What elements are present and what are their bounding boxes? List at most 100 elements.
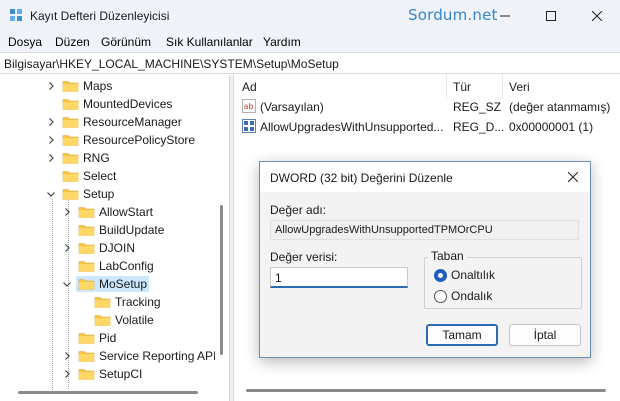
chevron-right-icon[interactable] [62, 351, 72, 361]
folder-icon [62, 135, 79, 146]
chevron-right-icon[interactable] [62, 207, 72, 217]
chevron-right-icon[interactable] [62, 369, 72, 379]
address-path[interactable]: Bilgisayar\HKEY_LOCAL_MACHINE\SYSTEM\Set… [4, 57, 339, 71]
value-row[interactable]: AllowUpgradesWithUnsupported... REG_D...… [234, 117, 620, 137]
column-header-type[interactable]: Tür [453, 80, 471, 94]
tree-item-content[interactable]: SetupCI [76, 366, 144, 382]
address-bar[interactable]: Bilgisayar\HKEY_LOCAL_MACHINE\SYSTEM\Set… [0, 52, 620, 74]
tree-item[interactable]: Select [46, 167, 118, 185]
tree-item[interactable]: Pid [62, 329, 118, 347]
tree-item[interactable]: SetupCI [62, 365, 144, 383]
maximize-button[interactable] [528, 0, 574, 32]
value-name: (Varsayılan) [260, 100, 324, 114]
column-header-data[interactable]: Veri [509, 80, 530, 94]
folder-icon [62, 117, 79, 128]
column-divider[interactable] [446, 75, 447, 99]
tree-item-content[interactable]: Service Reporting API [76, 348, 218, 364]
value-data-input[interactable]: 1 [270, 267, 408, 288]
value-data-label: Değer verisi: [270, 250, 338, 264]
tree-item[interactable]: MoSetup [62, 275, 150, 293]
tree-item[interactable]: Maps [46, 77, 114, 95]
tree-item-label: Tracking [115, 295, 161, 309]
tree-item[interactable]: Tracking [78, 293, 163, 311]
dialog-close-button[interactable] [562, 166, 584, 188]
column-header-name[interactable]: Ad [242, 80, 257, 94]
tree-item-content[interactable]: BuildUpdate [76, 222, 166, 238]
tree-item[interactable]: DJOIN [62, 239, 137, 257]
scroll-thumb[interactable] [220, 205, 223, 355]
value-name-field[interactable]: AllowUpgradesWithUnsupportedTPMOrCPU [270, 220, 579, 240]
chevron-right-icon[interactable] [62, 243, 72, 253]
chevron-down-icon[interactable] [46, 189, 56, 199]
chevron-down-icon[interactable] [62, 279, 72, 289]
menu-yardim[interactable]: Yardım [263, 35, 301, 49]
tree-vertical-scrollbar[interactable] [215, 75, 229, 385]
minimize-icon [500, 15, 510, 17]
tree-item-content[interactable]: Select [60, 168, 118, 184]
tree-item-content[interactable]: RNG [60, 150, 112, 166]
tree-guide-line [52, 199, 53, 394]
tree-spacer [62, 261, 72, 271]
close-button[interactable] [574, 0, 620, 32]
scroll-thumb[interactable] [18, 391, 198, 394]
value-row[interactable]: ab (Varsayılan) REG_SZ (değer atanmamış) [234, 97, 620, 117]
tree-item-label: Setup [83, 187, 115, 201]
chevron-right-icon[interactable] [46, 153, 56, 163]
tree-item-content[interactable]: MoSetup [76, 276, 150, 292]
tree-item-content[interactable]: ResourceManager [60, 114, 184, 130]
tree-item[interactable]: BuildUpdate [62, 221, 166, 239]
tree-item-content[interactable]: Tracking [92, 294, 163, 310]
column-divider[interactable] [502, 75, 503, 99]
tree-item-content[interactable]: DJOIN [76, 240, 137, 256]
list-horizontal-scrollbar[interactable] [246, 389, 606, 392]
folder-icon [78, 225, 95, 236]
radio-label: Onaltılık [451, 268, 496, 282]
tree-item[interactable]: Service Reporting API [62, 347, 218, 365]
radio-button-checked[interactable] [434, 268, 447, 282]
tree-item[interactable]: LabConfig [62, 257, 156, 275]
radio-label: Ondalık [451, 289, 493, 303]
tree-item-label: MountedDevices [83, 97, 173, 111]
tree-item-content[interactable]: Setup [60, 186, 116, 202]
tree-item[interactable]: RNG [46, 149, 112, 167]
tree-item-label: RNG [83, 151, 110, 165]
folder-icon [62, 153, 79, 164]
folder-icon [94, 315, 111, 326]
tree-horizontal-scrollbar[interactable] [14, 387, 214, 397]
cancel-button[interactable]: İptal [509, 324, 581, 346]
radio-button[interactable] [434, 289, 447, 303]
menu-dosya[interactable]: Dosya [8, 35, 42, 49]
tree-item-content[interactable]: LabConfig [76, 258, 156, 274]
menu-duzen[interactable]: Düzen [55, 35, 90, 49]
radio-decimal[interactable]: Ondalık [434, 288, 492, 304]
chevron-right-icon[interactable] [46, 81, 56, 91]
string-value-icon: ab [242, 99, 256, 113]
value-data: 0x00000001 (1) [509, 120, 594, 134]
menu-gorunum[interactable]: Görünüm [101, 35, 151, 49]
tree-item[interactable]: Volatile [78, 311, 156, 329]
tree-item-content[interactable]: Volatile [92, 312, 156, 328]
folder-icon [78, 243, 95, 254]
tree-item[interactable]: Setup [46, 185, 116, 203]
menu-sik-kullanilanlar[interactable]: Sık Kullanılanlar [166, 35, 253, 49]
dialog-title: DWORD (32 bit) Değerini Düzenle [270, 171, 453, 185]
chevron-right-icon[interactable] [46, 135, 56, 145]
tree-item[interactable]: AllowStart [62, 203, 155, 221]
ok-button[interactable]: Tamam [426, 324, 498, 346]
chevron-right-icon[interactable] [46, 117, 56, 127]
tree-spacer [62, 225, 72, 235]
window-title: Kayıt Defteri Düzenleyicisi [30, 9, 170, 23]
tree-item-content[interactable]: ResourcePolicyStore [60, 132, 197, 148]
tree-spacer [46, 99, 56, 109]
radio-hexadecimal[interactable]: Onaltılık [434, 267, 495, 283]
tree-item[interactable]: ResourcePolicyStore [46, 131, 197, 149]
value-data: (değer atanmamış) [509, 100, 611, 114]
tree-item-label: AllowStart [99, 205, 154, 219]
minimize-button[interactable] [482, 0, 528, 32]
tree-item-content[interactable]: MountedDevices [60, 96, 174, 112]
tree-item[interactable]: MountedDevices [46, 95, 174, 113]
tree-item-content[interactable]: Maps [60, 78, 114, 94]
tree-item-content[interactable]: Pid [76, 330, 118, 346]
tree-item-content[interactable]: AllowStart [76, 204, 155, 220]
tree-item[interactable]: ResourceManager [46, 113, 184, 131]
